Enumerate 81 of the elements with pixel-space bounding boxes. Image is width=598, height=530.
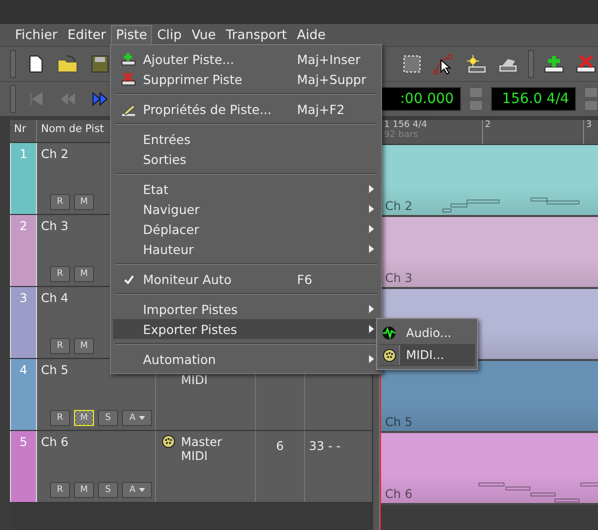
record-button[interactable]: R	[50, 338, 70, 354]
menu-title[interactable]: Transport	[220, 24, 292, 46]
mute-button[interactable]: M	[74, 266, 94, 282]
midi-clip[interactable]: Ch 6	[381, 433, 598, 505]
submenu-item[interactable]: MIDI...	[379, 344, 475, 366]
menu-item[interactable]: Ajouter Piste... Maj+Inser	[113, 49, 379, 69]
submenu-arrow-icon	[369, 185, 374, 193]
submenu-arrow-icon	[369, 305, 374, 313]
pointer-nodes-icon[interactable]	[433, 53, 455, 75]
open-folder-icon[interactable]	[57, 55, 79, 73]
waveform-icon	[382, 326, 396, 340]
output-port: MIDI	[181, 449, 209, 463]
midi-clip[interactable]: Ch 3	[381, 217, 598, 289]
clip-label: Ch 6	[384, 487, 412, 503]
track-name-cell[interactable]: Ch 6 R M S A	[37, 431, 156, 502]
toolbar-handle[interactable]	[10, 50, 16, 78]
mute-button[interactable]: M	[74, 338, 94, 354]
channel-number: 6	[276, 439, 284, 453]
record-button[interactable]: R	[50, 266, 70, 282]
automation-button[interactable]: A	[122, 482, 152, 498]
mute-button[interactable]: M	[74, 194, 94, 210]
automation-button[interactable]: A	[122, 410, 152, 426]
menu-title[interactable]: Aide	[292, 24, 331, 46]
track-number: 5	[18, 434, 28, 449]
pencil-icon	[121, 102, 137, 116]
sparkle-icon[interactable]	[465, 54, 487, 74]
ruler-label: 2	[485, 120, 492, 130]
midi-clip[interactable]: Ch 5	[381, 361, 598, 433]
caret-icon	[138, 416, 145, 420]
add-track-icon	[121, 52, 137, 66]
menu-title[interactable]: Piste	[111, 24, 152, 46]
submenu-arrow-icon	[369, 245, 374, 253]
midi-clip[interactable]: Ch 2	[381, 145, 598, 217]
add-track-icon[interactable]	[543, 54, 565, 74]
track-name: Ch 5	[41, 363, 70, 377]
submenu-arrow-icon	[369, 205, 374, 213]
toolbar-handle[interactable]	[10, 85, 16, 113]
menu-item[interactable]: Exporter Pistes	[113, 319, 379, 339]
fast-forward-icon[interactable]	[92, 92, 108, 106]
submenu-item[interactable]: Audio...	[379, 322, 475, 344]
clip-label: Ch 3	[384, 271, 412, 287]
tempo-display: 156.0 4/4	[490, 87, 576, 111]
remove-track-icon[interactable]	[575, 54, 597, 74]
remove-track-icon	[121, 72, 137, 86]
solo-button[interactable]: S	[98, 410, 118, 426]
submenu-arrow-icon	[369, 225, 374, 233]
menu-title[interactable]: Vue	[186, 24, 221, 46]
mute-button[interactable]: M	[74, 482, 94, 498]
submenu-arrow-icon	[369, 325, 374, 333]
track-number: 4	[18, 362, 28, 377]
new-file-icon[interactable]	[29, 55, 43, 73]
output-port: Master	[181, 435, 222, 449]
select-rectangle-icon[interactable]	[402, 54, 422, 74]
track-name: Ch 6	[41, 435, 70, 449]
solo-button[interactable]: S	[98, 482, 118, 498]
track-name: Ch 4	[41, 291, 70, 305]
output-port: MIDI	[181, 373, 208, 387]
clip-label: Ch 5	[384, 415, 412, 431]
track-number: 1	[18, 146, 28, 161]
track-number: 2	[18, 218, 28, 233]
midi-connector-icon	[162, 435, 175, 448]
record-button[interactable]: R	[50, 482, 70, 498]
menu-title[interactable]: Clip	[152, 24, 187, 46]
ruler-label: 3	[586, 120, 593, 130]
patch-name: 33 - -	[309, 439, 341, 453]
save-icon[interactable]	[91, 55, 109, 73]
column-header[interactable]: Nr	[10, 120, 37, 142]
caret-icon	[138, 488, 145, 492]
submenu-arrow-icon	[369, 355, 374, 363]
checkmark-icon	[124, 274, 134, 284]
menu-title[interactable]: Fichier	[10, 24, 62, 46]
menu-title[interactable]: Editer	[62, 24, 112, 46]
record-button[interactable]: R	[50, 194, 70, 210]
toolbar-handle[interactable]	[528, 50, 534, 78]
menu-item[interactable]: Supprimer Piste Maj+Suppr	[113, 69, 379, 89]
skip-to-start-icon[interactable]	[28, 92, 43, 106]
record-button[interactable]: R	[50, 410, 70, 426]
ruler-label: 1 156 4/4	[384, 120, 428, 130]
midi-connector-icon	[382, 348, 396, 362]
track-number: 3	[18, 290, 28, 305]
clip-label: Ch 2	[384, 199, 412, 215]
